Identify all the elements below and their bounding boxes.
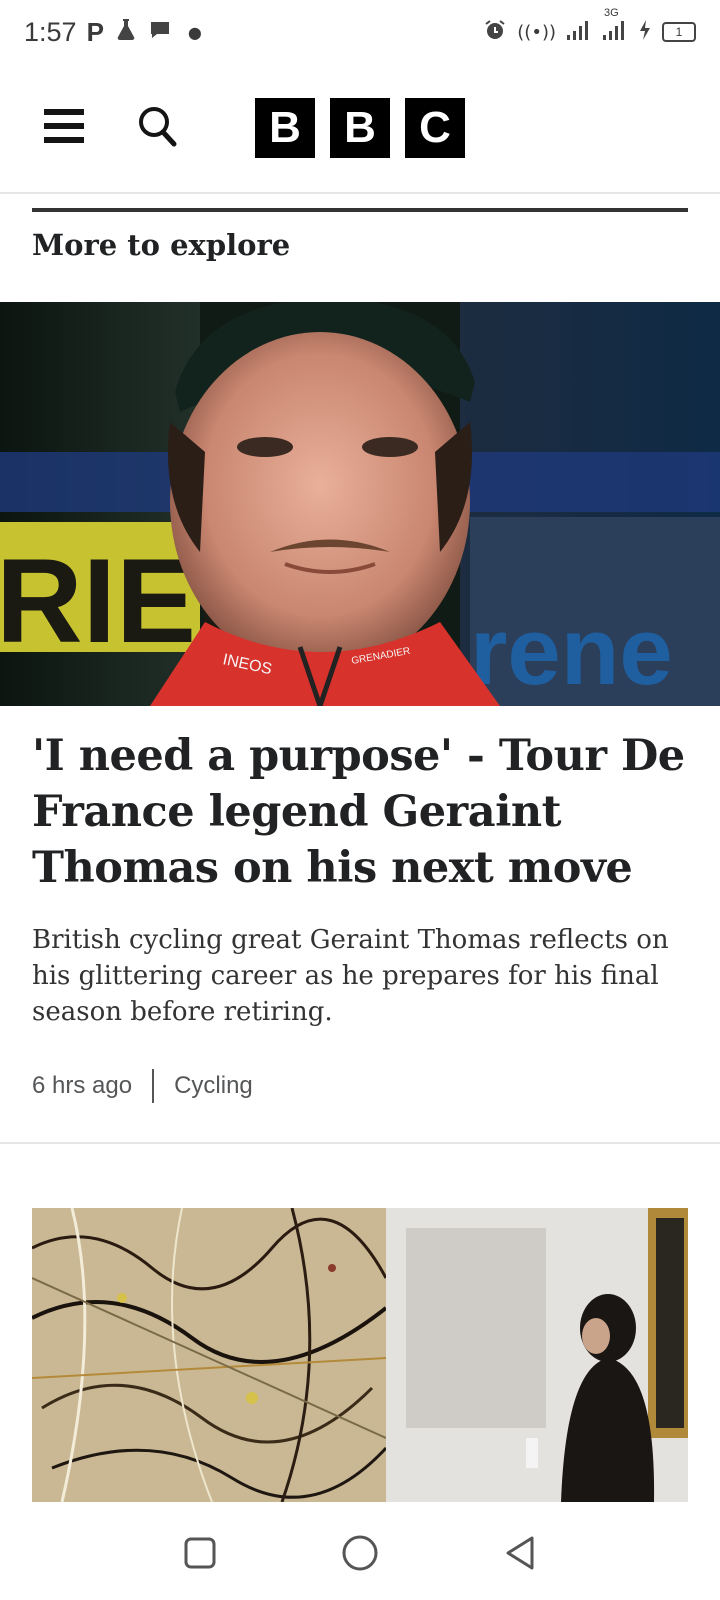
recent-apps-button[interactable]: [175, 1528, 225, 1578]
hero-photo: RIEN rene INEOS GRENADIER: [0, 302, 720, 706]
more-notifications-icon: ●: [187, 22, 202, 42]
logo-letter: B: [330, 98, 390, 158]
article-category[interactable]: Cycling: [174, 1072, 253, 1100]
chat-bubble-icon: [148, 17, 172, 48]
article-summary: British cycling great Geraint Thomas ref…: [32, 925, 669, 1027]
section-rule: [32, 208, 688, 212]
card-divider: [0, 1142, 720, 1144]
gallery-visitor-image: [386, 1208, 688, 1502]
gallery-scene: [386, 1208, 688, 1502]
search-button[interactable]: [138, 104, 178, 148]
logo-letter: B: [255, 98, 315, 158]
menu-button[interactable]: [44, 109, 84, 143]
bbc-logo[interactable]: B B C: [255, 98, 465, 158]
battery-icon: 1: [662, 22, 696, 42]
alarm-icon: [483, 18, 507, 47]
sign-text-right: rene: [470, 598, 673, 705]
back-icon: [506, 1536, 534, 1570]
logo-letter: C: [405, 98, 465, 158]
app-header: B B C: [0, 64, 720, 194]
painting-drips: [32, 1208, 388, 1502]
article-meta: 6 hrs ago Cycling: [32, 1068, 253, 1104]
charging-icon: [638, 19, 652, 46]
hotspot-icon: ((•)): [517, 21, 556, 43]
status-left: 1:57 P ●: [24, 17, 202, 48]
abstract-painting-image: [32, 1208, 388, 1502]
article-timestamp: 6 hrs ago: [32, 1072, 133, 1099]
home-icon: [342, 1535, 378, 1571]
meta-separator: [152, 1069, 155, 1103]
status-right: ((•)) 3G 1: [483, 7, 696, 47]
article-hero-image[interactable]: RIEN rene INEOS GRENADIER: [0, 302, 720, 706]
status-bar: 1:57 P ● ((•)) 3G 1: [0, 0, 720, 64]
next-article-image[interactable]: [32, 1208, 688, 1502]
status-time: 1:57: [24, 16, 77, 47]
section-title: More to explore: [32, 228, 291, 262]
parking-icon: P: [86, 16, 104, 47]
system-nav-bar: [0, 1506, 720, 1600]
menu-icon: [44, 109, 84, 115]
recent-apps-icon: [184, 1537, 216, 1569]
signal-icon: [566, 19, 592, 46]
home-button[interactable]: [335, 1528, 385, 1578]
network-type-label: 3G: [604, 6, 619, 19]
search-icon: [139, 107, 177, 147]
back-button[interactable]: [495, 1528, 545, 1578]
article-headline[interactable]: 'I need a purpose' - Tour De France lege…: [32, 728, 692, 896]
signal-3g-icon: 3G: [602, 7, 628, 46]
flask-icon: [114, 17, 138, 48]
